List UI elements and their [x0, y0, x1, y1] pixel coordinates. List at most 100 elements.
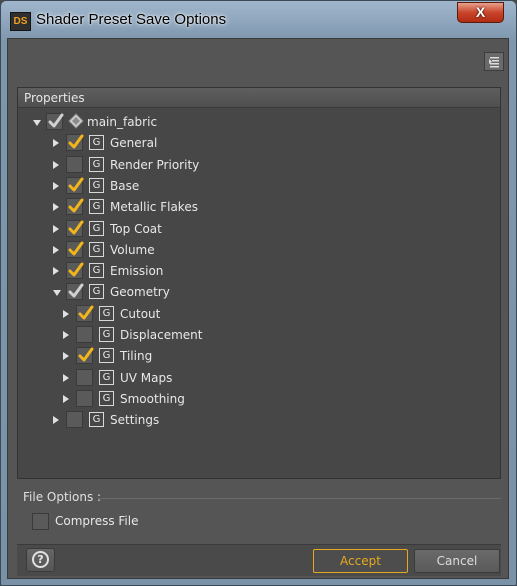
tree-item-label: UV Maps	[120, 370, 173, 385]
expand-arrow-right-icon[interactable]	[53, 416, 59, 425]
file-options-divider	[98, 498, 501, 499]
group-icon: G	[89, 220, 104, 236]
checkmark-icon	[48, 113, 64, 128]
checkmark-icon	[68, 283, 84, 298]
tree-item-label: Top Coat	[110, 221, 162, 236]
tree-checkbox[interactable]	[66, 134, 84, 152]
tree-item-label: Geometry	[110, 285, 170, 300]
tree-row[interactable]: G Smoothing	[18, 389, 500, 409]
tree-item-label: Smoothing	[120, 391, 185, 406]
tree-row[interactable]: G Tiling	[18, 346, 500, 366]
compress-file-label[interactable]: Compress File	[55, 513, 138, 530]
expand-arrow-right-icon[interactable]	[53, 203, 59, 212]
tree-row[interactable]: G Displacement	[18, 325, 500, 345]
tree-item-label: Volume	[110, 242, 155, 257]
file-options-label: File Options :	[23, 490, 102, 504]
tree-checkbox[interactable]	[66, 219, 84, 237]
compress-file-checkbox[interactable]	[32, 513, 49, 530]
group-icon: G	[89, 156, 104, 172]
close-button[interactable]: X	[457, 2, 504, 23]
tree-row[interactable]: G Metallic Flakes	[18, 197, 500, 217]
group-icon: G	[89, 263, 104, 279]
tree-row[interactable]: G Emission	[18, 261, 500, 281]
tree-item-label: Emission	[110, 264, 164, 279]
cancel-button[interactable]: Cancel	[414, 549, 500, 573]
menu-lines-icon	[489, 57, 499, 68]
group-icon: G	[89, 412, 104, 428]
title-bar[interactable]: DS Shader Preset Save Options X	[1, 1, 516, 39]
tree-item-label: Tiling	[120, 349, 153, 364]
checkmark-icon	[68, 198, 84, 213]
expand-arrow-right-icon[interactable]	[63, 373, 69, 382]
checkmark-icon	[68, 241, 84, 256]
group-icon: G	[89, 135, 104, 151]
tree-item-label: Settings	[110, 413, 160, 428]
group-icon: G	[89, 199, 104, 215]
properties-header: Properties	[18, 88, 500, 108]
tree-checkbox[interactable]	[76, 347, 94, 365]
accept-button[interactable]: Accept	[313, 549, 408, 573]
tree-checkbox[interactable]	[66, 262, 84, 280]
tree-row[interactable]: G Volume	[18, 240, 500, 260]
tree-row[interactable]: main_fabric	[18, 112, 500, 132]
expand-arrow-right-icon[interactable]	[63, 309, 69, 318]
tree-row[interactable]: G UV Maps	[18, 368, 500, 388]
expand-arrow-right-icon[interactable]	[53, 181, 59, 190]
help-button[interactable]: ?	[26, 548, 55, 572]
group-icon: G	[99, 390, 114, 406]
tree-checkbox[interactable]	[66, 198, 84, 216]
group-icon: G	[89, 241, 104, 257]
tree-item-label: Displacement	[120, 328, 203, 342]
expand-arrow-right-icon[interactable]	[53, 224, 59, 233]
window-title: Shader Preset Save Options	[36, 11, 227, 28]
checkmark-icon	[68, 262, 84, 277]
checkmark-icon	[78, 305, 94, 320]
group-icon: G	[99, 348, 114, 364]
tree-checkbox[interactable]	[76, 326, 93, 343]
tree-checkbox[interactable]	[66, 176, 84, 194]
tree-row[interactable]: G Base	[18, 176, 500, 196]
expand-arrow-right-icon[interactable]	[63, 352, 69, 361]
group-icon: G	[99, 369, 114, 385]
tree-row[interactable]: G Settings	[18, 410, 500, 430]
group-icon: G	[99, 305, 114, 321]
expand-arrow-right-icon[interactable]	[53, 245, 59, 254]
tree-checkbox[interactable]	[76, 389, 93, 407]
tree-checkbox[interactable]	[66, 283, 84, 301]
tree-checkbox[interactable]	[66, 155, 83, 173]
tree-checkbox[interactable]	[66, 411, 83, 429]
checkmark-icon	[68, 134, 84, 149]
help-icon: ?	[32, 551, 49, 568]
expand-arrow-down-icon[interactable]	[33, 120, 41, 126]
checkmark-icon	[68, 177, 84, 192]
material-icon	[68, 113, 84, 133]
options-menu-button[interactable]	[484, 52, 504, 71]
group-icon: G	[89, 284, 104, 300]
group-icon: G	[89, 177, 104, 193]
tree-row[interactable]: G Geometry	[18, 282, 500, 302]
tree-checkbox[interactable]	[66, 240, 84, 258]
checkmark-icon	[78, 347, 94, 362]
tree-checkbox[interactable]	[76, 368, 93, 386]
group-icon: G	[99, 327, 114, 342]
properties-panel: Properties main_fabric G General G Render Pr…	[17, 87, 501, 479]
tree-checkbox[interactable]	[46, 113, 64, 130]
tree-row[interactable]: G Top Coat	[18, 219, 500, 239]
tree-item-label: Metallic Flakes	[110, 200, 198, 215]
expand-arrow-right-icon[interactable]	[53, 160, 59, 169]
expand-arrow-right-icon[interactable]	[53, 267, 59, 276]
tree-row[interactable]: G Cutout	[18, 304, 500, 324]
tree-row[interactable]: G General	[18, 133, 500, 153]
tree-item-label: Cutout	[120, 306, 161, 321]
expand-arrow-down-icon[interactable]	[53, 290, 61, 297]
tree-item-label: main_fabric	[87, 115, 158, 129]
tree-row[interactable]: G Render Priority	[18, 155, 500, 175]
expand-arrow-right-icon[interactable]	[63, 331, 69, 339]
tree-checkbox[interactable]	[76, 304, 94, 322]
daz-studio-app-icon: DS	[10, 12, 31, 31]
tree-item-label: Render Priority	[110, 157, 200, 172]
expand-arrow-right-icon[interactable]	[63, 394, 69, 403]
checkmark-icon	[68, 220, 84, 234]
tree-item-label: Base	[110, 178, 140, 193]
expand-arrow-right-icon[interactable]	[53, 139, 59, 148]
